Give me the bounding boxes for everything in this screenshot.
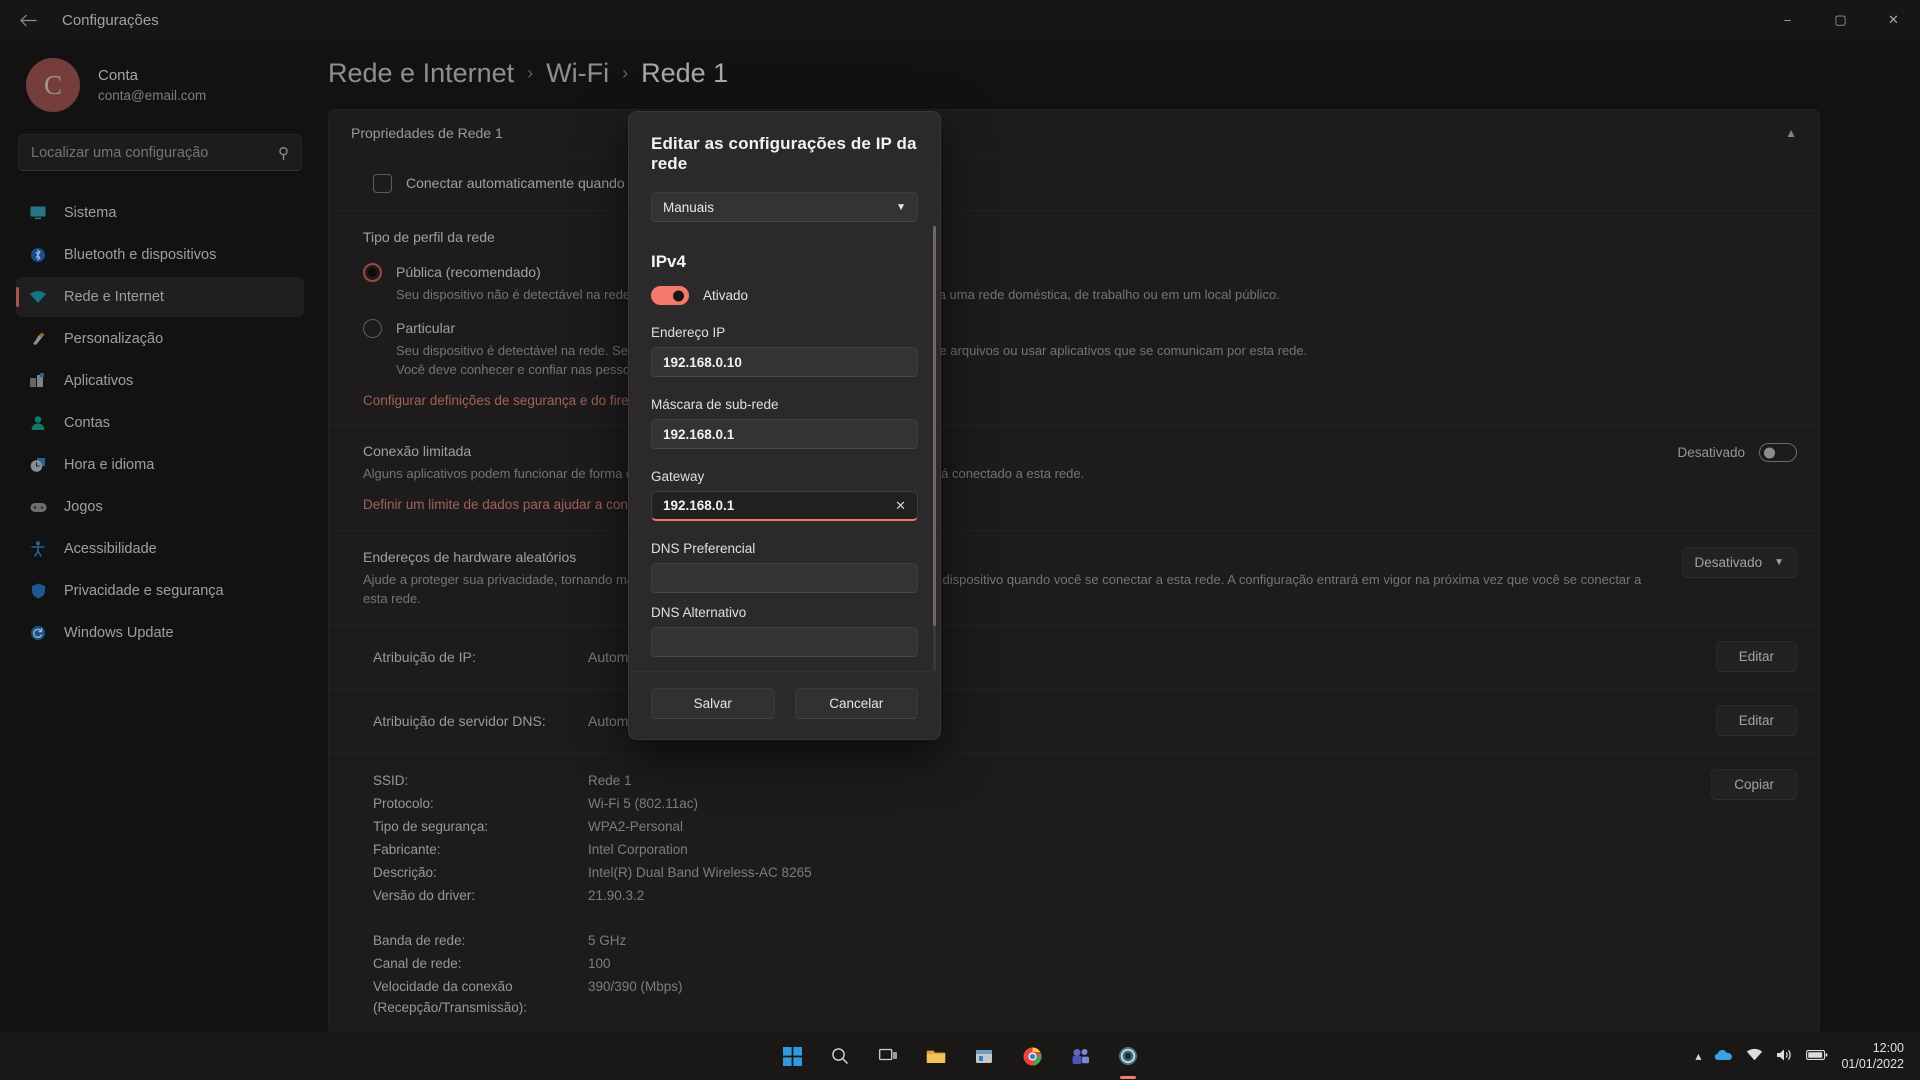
subnet-mask-field[interactable]: 192.168.0.1	[651, 419, 918, 449]
ipv4-toggle[interactable]	[651, 286, 689, 305]
onedrive-icon[interactable]	[1714, 1048, 1733, 1064]
preferred-dns-label: DNS Preferencial	[651, 541, 756, 556]
taskbar: ▴ 12:00 01/01/2022	[0, 1032, 1920, 1080]
dialog-footer: Salvar Cancelar	[629, 671, 940, 739]
battery-icon[interactable]	[1806, 1049, 1828, 1064]
teams-icon[interactable]	[1060, 1036, 1100, 1076]
taskbar-clock[interactable]: 12:00 01/01/2022	[1841, 1040, 1904, 1072]
gateway-field[interactable]: 192.168.0.1 ✕	[651, 491, 918, 521]
close-icon[interactable]: ✕	[895, 498, 906, 514]
system-tray: ▴ 12:00 01/01/2022	[1695, 1040, 1920, 1072]
preferred-dns-field[interactable]	[651, 563, 918, 593]
ip-address-field[interactable]: 192.168.0.10	[651, 347, 918, 377]
settings-icon[interactable]	[1108, 1036, 1148, 1076]
ipv4-toggle-label: Ativado	[703, 288, 749, 303]
ip-address-label: Endereço IP	[651, 325, 726, 340]
modal-overlay	[0, 0, 1920, 1080]
ip-mode-value: Manuais	[663, 199, 715, 215]
clock-time: 12:00	[1872, 1041, 1904, 1055]
file-explorer-icon[interactable]	[916, 1036, 956, 1076]
search-icon[interactable]	[820, 1036, 860, 1076]
clock-date: 01/01/2022	[1841, 1057, 1904, 1071]
task-view-icon[interactable]	[868, 1036, 908, 1076]
store-icon[interactable]	[964, 1036, 1004, 1076]
chevron-down-icon: ▼	[896, 201, 906, 213]
volume-icon[interactable]	[1776, 1048, 1793, 1065]
alternate-dns-field[interactable]	[651, 627, 918, 657]
save-button[interactable]: Salvar	[651, 688, 775, 719]
dialog-scroll-area: Manuais ▼ IPv4 Ativado Endereço IP 192.1…	[629, 174, 940, 671]
ip-address-value: 192.168.0.10	[663, 354, 742, 370]
network-icon[interactable]	[1746, 1048, 1763, 1064]
edit-ip-dialog: Editar as configurações de IP da rede Ma…	[628, 111, 941, 740]
dialog-scrollbar[interactable]	[933, 226, 936, 671]
ipv4-heading: IPv4	[651, 252, 686, 271]
chrome-icon[interactable]	[1012, 1036, 1052, 1076]
taskbar-icons	[772, 1036, 1148, 1076]
scrollbar-thumb[interactable]	[933, 226, 936, 626]
chevron-up-icon[interactable]: ▴	[1695, 1049, 1701, 1063]
alternate-dns-label: DNS Alternativo	[651, 605, 747, 620]
start-icon[interactable]	[772, 1036, 812, 1076]
ip-mode-select[interactable]: Manuais ▼	[651, 192, 918, 222]
ipv4-toggle-row[interactable]: Ativado	[651, 286, 918, 305]
subnet-mask-label: Máscara de sub-rede	[651, 397, 779, 412]
settings-window: Configurações − ▢ ✕ C Conta conta@email.…	[0, 0, 1920, 1080]
gateway-label: Gateway	[651, 469, 705, 484]
dialog-title: Editar as configurações de IP da rede	[651, 134, 917, 173]
cancel-button[interactable]: Cancelar	[794, 688, 918, 719]
subnet-mask-value: 192.168.0.1	[663, 426, 735, 442]
gateway-value: 192.168.0.1	[663, 498, 735, 513]
